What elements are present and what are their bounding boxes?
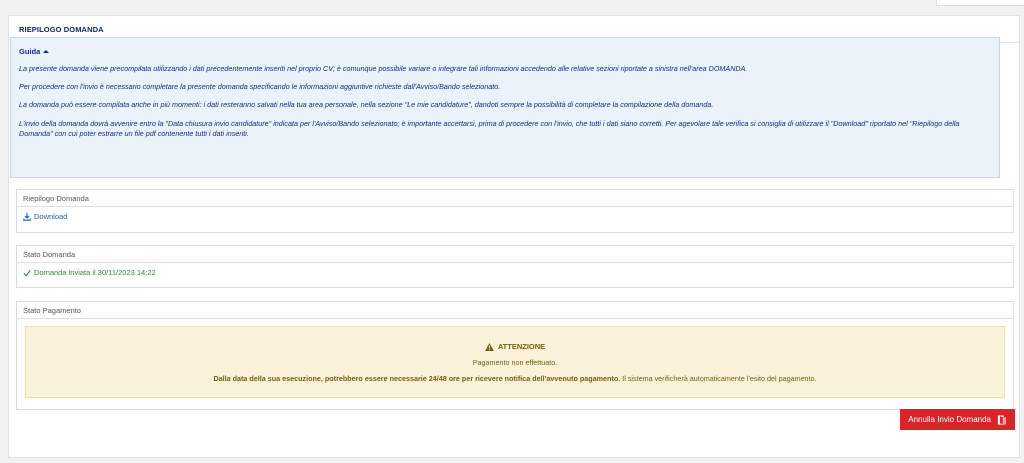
status-row: Domanda inviata il 30/11/2023 14:22: [23, 268, 1007, 277]
alert-line-1: Pagamento non effettuato.: [472, 358, 558, 367]
download-icon: [23, 212, 31, 221]
stato-panel: Stato Domanda Domanda inviata il 30/11/2…: [16, 245, 1014, 288]
top-corner-tab: [936, 0, 1024, 6]
page-title: RIEPILOGO DOMANDA: [19, 25, 104, 34]
guide-box: Guida La presente domanda viene precompi…: [10, 37, 1000, 178]
alert-line-2-bold: Dalla data della sua esecuzione, potrebb…: [213, 374, 621, 383]
guide-paragraph-2: Per procedere con l'invio è necessario c…: [19, 82, 501, 91]
check-icon: [23, 269, 31, 277]
guide-title: Guida: [19, 46, 41, 56]
download-link[interactable]: Download: [23, 212, 1007, 221]
caret-up-icon: [43, 49, 50, 53]
warning-icon: [484, 342, 494, 351]
status-text: Domanda inviata il 30/11/2023 14:22: [34, 268, 156, 277]
pagamento-title: Stato Pagamento: [17, 302, 1013, 319]
guide-paragraph-3: La domanda può essere compilata anche in…: [19, 100, 714, 109]
guide-toggle[interactable]: Guida: [19, 46, 991, 56]
pagamento-panel: Stato Pagamento ATTENZIONE Pagamento non…: [16, 301, 1014, 410]
riepilogo-panel: Riepilogo Domanda Download: [16, 189, 1014, 233]
alert-line-2-rest: Il sistema verificherà automaticamente l…: [620, 374, 817, 383]
download-label: Download: [34, 212, 68, 221]
guide-paragraph-4: L'invio della domanda dovrà avvenire ent…: [19, 119, 960, 138]
riepilogo-title: Riepilogo Domanda: [17, 190, 1013, 207]
alert-heading: ATTENZIONE: [26, 342, 1004, 351]
alert-title: ATTENZIONE: [497, 342, 546, 351]
cancel-submission-label: Annulla Invio Domanda: [908, 415, 991, 424]
cancel-submission-button[interactable]: Annulla Invio Domanda: [900, 409, 1015, 430]
stato-title: Stato Domanda: [17, 246, 1013, 263]
guide-paragraph-1: La presente domanda viene precompilata u…: [19, 64, 748, 73]
door-exit-icon: [997, 414, 1006, 425]
payment-alert: ATTENZIONE Pagamento non effettuato. Dal…: [25, 326, 1005, 398]
alert-line-2: Dalla data della sua esecuzione, potrebb…: [26, 374, 1004, 383]
